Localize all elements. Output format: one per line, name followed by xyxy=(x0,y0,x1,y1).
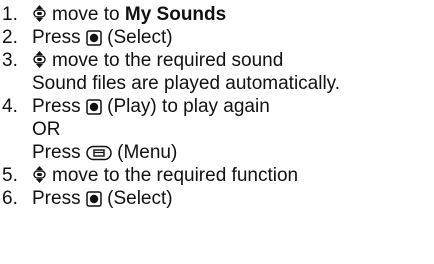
step-number: 4. xyxy=(2,96,18,117)
step-number: 1. xyxy=(2,4,18,25)
step-number: 3. xyxy=(2,50,18,71)
center-select-key-icon xyxy=(86,191,102,207)
press-text: Press xyxy=(32,188,81,209)
step-2: 2. Press (Select) xyxy=(0,26,434,49)
step-text: (Play) to play again xyxy=(107,96,270,117)
menu-name: My Sounds xyxy=(124,4,227,25)
step-number: 6. xyxy=(2,188,18,209)
step-5: 5. move to the required function xyxy=(0,164,434,187)
center-select-key-icon xyxy=(86,99,102,115)
press-text: Press xyxy=(32,142,81,163)
step-text: (Menu) xyxy=(117,142,178,163)
step-note: Sound files are played automatically. xyxy=(32,73,341,94)
menu-key-icon xyxy=(86,145,112,161)
press-text: Press xyxy=(32,96,81,117)
step-text: move to xyxy=(52,4,120,25)
navigation-key-icon xyxy=(33,166,46,183)
step-number: 5. xyxy=(2,165,18,186)
or-text: OR xyxy=(32,119,61,140)
step-text: (Select) xyxy=(107,188,173,209)
step-text: move to the required function xyxy=(52,165,299,186)
press-text: Press xyxy=(32,27,81,48)
step-3: 3. move to the required sound Sound file… xyxy=(0,49,434,95)
step-text: move to the required sound xyxy=(52,50,284,71)
center-select-key-icon xyxy=(86,30,102,46)
step-text: (Select) xyxy=(107,27,173,48)
navigation-key-icon xyxy=(33,5,46,22)
navigation-key-icon xyxy=(33,51,46,68)
step-6: 6. Press (Select) xyxy=(0,187,434,210)
step-number: 2. xyxy=(2,27,18,48)
instruction-list: 1. move to My Sounds 2. Press (Select) 3… xyxy=(0,0,434,210)
step-4: 4. Press (Play) to play again OR Press (… xyxy=(0,95,434,164)
step-1: 1. move to My Sounds xyxy=(0,3,434,26)
